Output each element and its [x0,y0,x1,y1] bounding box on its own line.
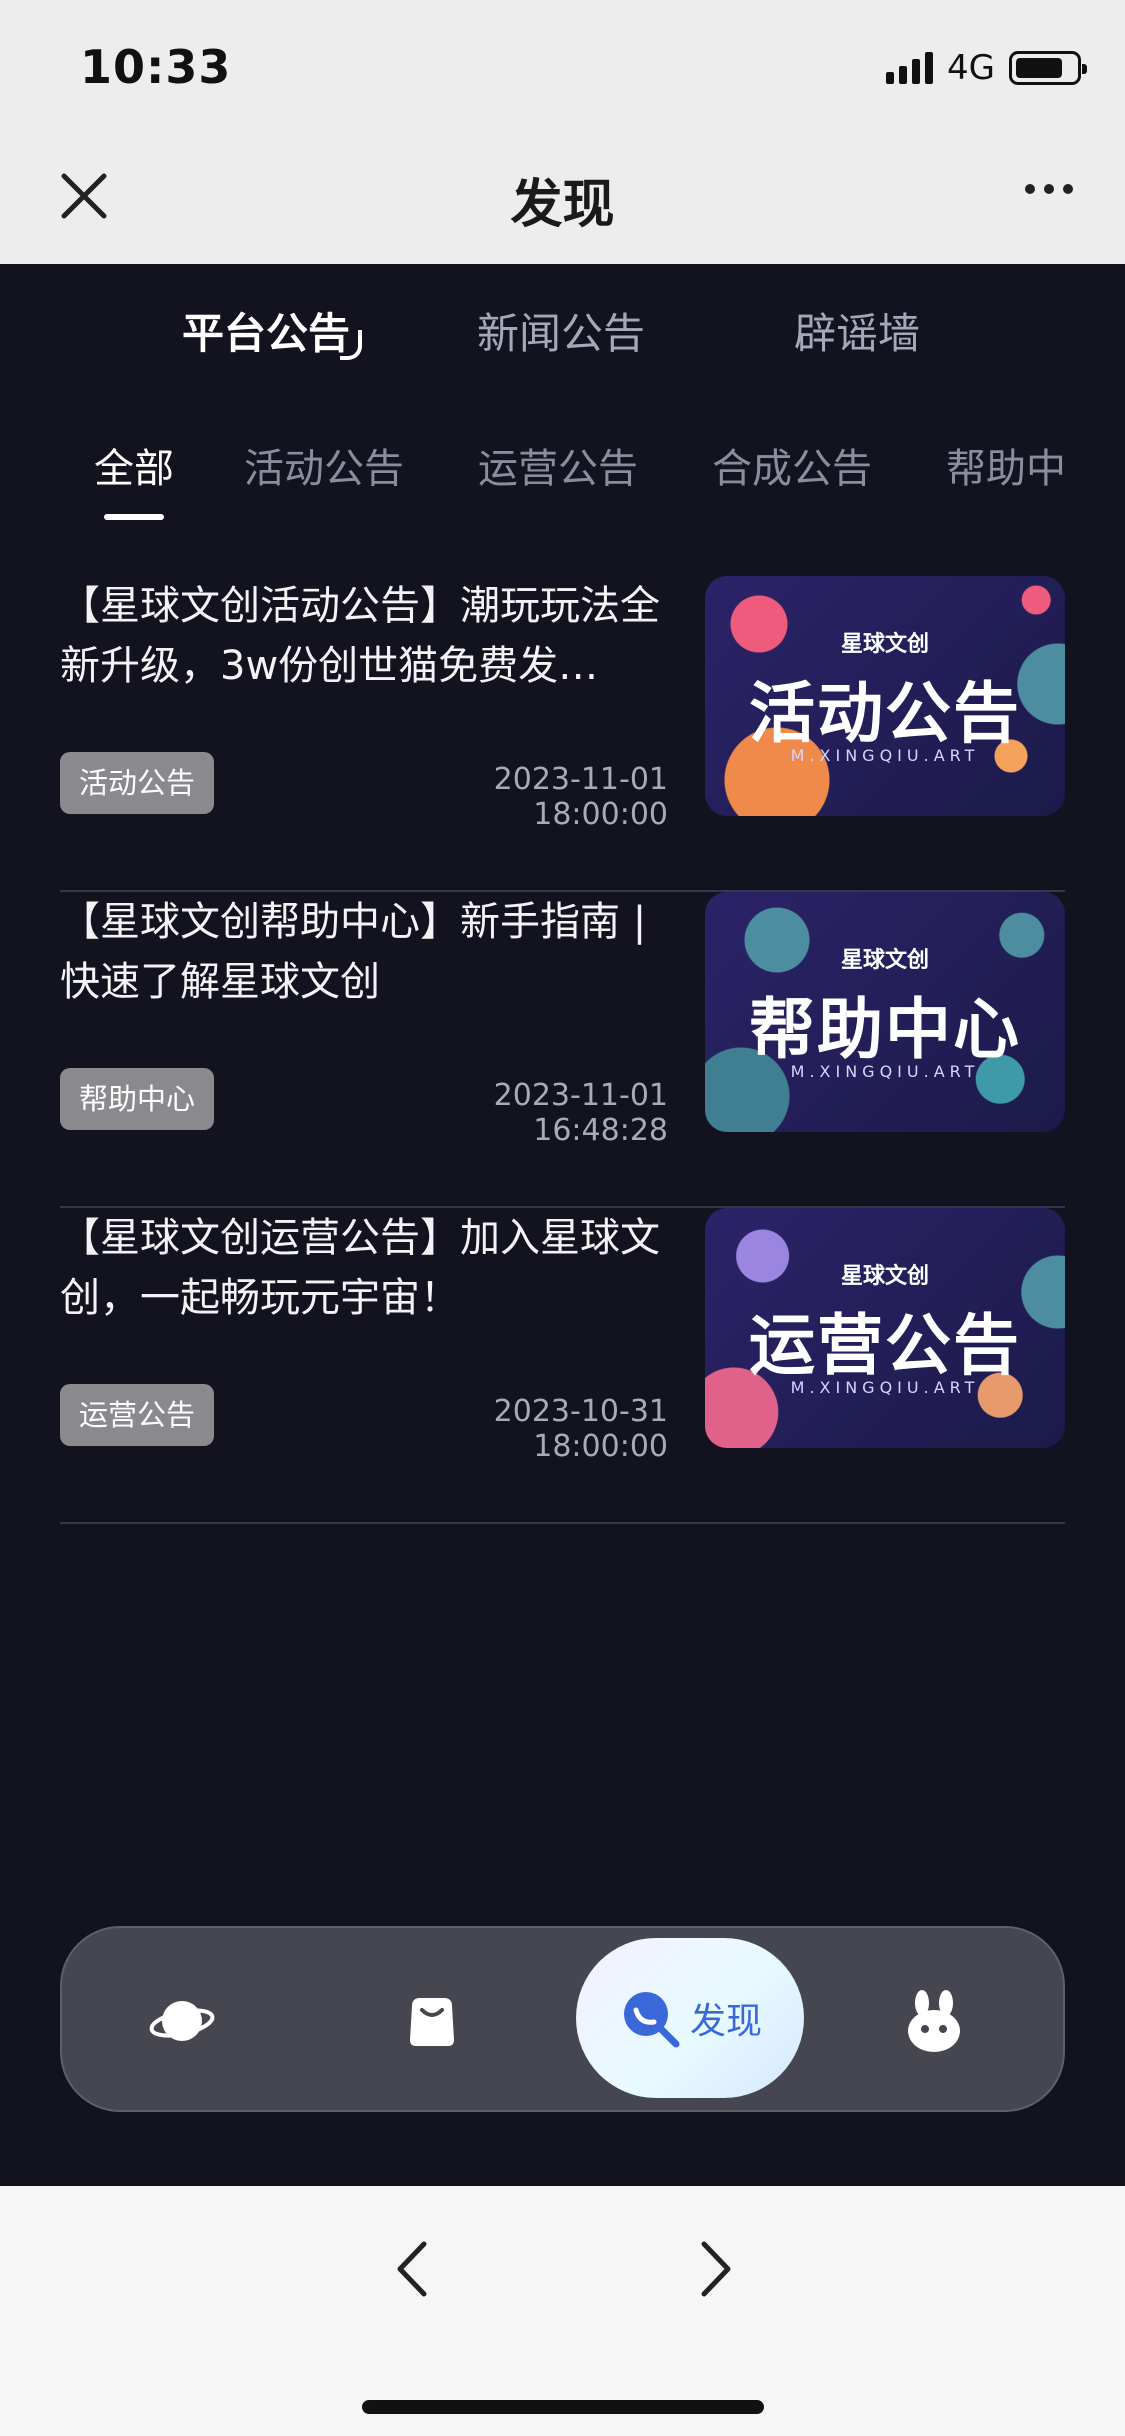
category-badge: 运营公告 [60,1384,215,1446]
thumbnail-logo: 星球文创 [840,1264,929,1289]
subtab-help[interactable]: 帮助中 [946,436,1066,494]
nav-profile[interactable] [874,1928,994,2114]
tab-news-notice[interactable]: 新闻公告 [477,300,645,361]
home-indicator[interactable] [362,2400,764,2414]
discover-search-icon [623,1992,680,2048]
more-icon[interactable] [1025,184,1073,194]
primary-tabs: 平台公告 新闻公告 辟谣墙 [0,300,1125,370]
thumbnail-logo: 星球文创 [840,632,929,657]
subtab-synthesis[interactable]: 合成公告 [712,436,872,494]
bunny-profile-icon [908,1990,960,2052]
article-thumbnail: 星球文创 帮助中心 M.XINGQIU.ART [705,892,1065,1132]
top-bar: 10:33 4G 发现 [0,0,1125,264]
battery-icon [1009,51,1087,85]
nav-discover-label: 发现 [689,2001,762,2042]
chevron-right-icon[interactable] [690,2234,740,2304]
list-item[interactable]: 【星球文创帮助中心】新手指南 | 快速了解星球文创 帮助中心 2023-11-0… [60,892,1065,1208]
browser-toolbar [0,2186,1125,2436]
thumbnail-text: 运营公告 [749,1307,1021,1384]
subtab-activity[interactable]: 活动公告 [244,436,404,494]
tab-rumor-wall[interactable]: 辟谣墙 [794,300,920,361]
article-thumbnail: 星球文创 活动公告 M.XINGQIU.ART [705,576,1065,816]
signal-icon [886,52,934,84]
network-type: 4G [947,48,995,88]
subtab-operation[interactable]: 运营公告 [478,436,638,494]
nav-discover[interactable]: 发现 [576,1938,804,2098]
article-time: 2023-11-01 18:00:00 [493,762,668,832]
article-time: 2023-11-01 16:48:28 [493,1078,668,1148]
page-title: 发现 [510,175,615,235]
shopping-bag-icon [410,1998,454,2046]
subtab-underline [104,514,164,520]
planet-icon [149,2001,215,2041]
nav-planet[interactable] [122,1928,242,2114]
thumbnail-text: 活动公告 [749,675,1021,752]
list-item[interactable]: 【星球文创活动公告】潮玩玩法全新升级，3w份创世猫免费发… 活动公告 2023-… [60,576,1065,892]
status-time: 10:33 [80,40,232,94]
list-item[interactable]: 【星球文创运营公告】加入星球文创，一起畅玩元宇宙！ 运营公告 2023-10-3… [60,1208,1065,1524]
bottom-nav: 发现 [60,1926,1065,2112]
article-title: 【星球文创帮助中心】新手指南 | 快速了解星球文创 [60,899,647,1005]
status-icons: 4G [886,48,1087,88]
tab-platform-notice[interactable]: 平台公告 [182,300,350,361]
category-badge: 帮助中心 [60,1068,215,1130]
thumbnail-logo: 星球文创 [840,948,929,973]
article-title: 【星球文创活动公告】潮玩玩法全新升级，3w份创世猫免费发… [60,583,660,689]
divider [60,1522,1065,1524]
nav-market[interactable] [372,1928,492,2114]
thumbnail-url: M.XINGQIU.ART [790,1062,980,1081]
chevron-left-icon[interactable] [388,2234,438,2304]
thumbnail-url: M.XINGQIU.ART [790,1378,980,1397]
article-time: 2023-10-31 18:00:00 [493,1394,668,1464]
category-badge: 活动公告 [60,752,215,814]
article-thumbnail: 星球文创 运营公告 M.XINGQIU.ART [705,1208,1065,1448]
subtab-all[interactable]: 全部 [94,436,174,494]
article-title: 【星球文创运营公告】加入星球文创，一起畅玩元宇宙！ [60,1215,660,1321]
category-tabs: 全部 活动公告 运营公告 合成公告 帮助中 [0,436,1125,526]
thumbnail-text: 帮助中心 [749,991,1021,1068]
thumbnail-url: M.XINGQIU.ART [790,746,980,765]
